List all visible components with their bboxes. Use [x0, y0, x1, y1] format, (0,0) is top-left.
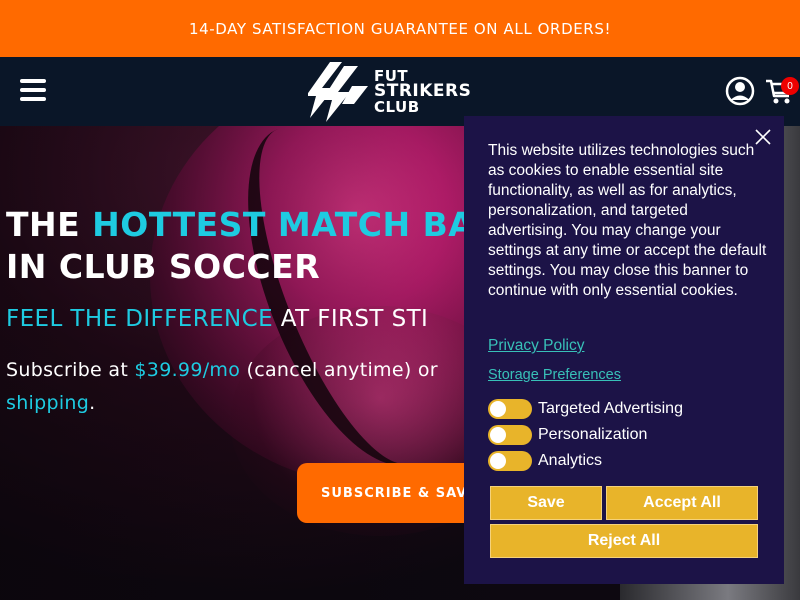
- cart-count-badge: 0: [781, 77, 799, 95]
- logo-line-3: CLUB: [374, 98, 420, 116]
- subhead-rest: AT FIRST STI: [273, 306, 429, 332]
- headline-pre: THE: [6, 205, 93, 244]
- body-price: $39.99/mo: [134, 359, 241, 381]
- cookie-banner: This website utilizes technologies such …: [464, 116, 784, 584]
- hero-subheadline: FEEL THE DIFFERENCE AT FIRST STI: [6, 306, 428, 332]
- body-mid: (cancel anytime) or: [240, 359, 438, 381]
- logo-text: FUT STRIKERS CLUB: [374, 69, 471, 116]
- personalization-toggle[interactable]: [488, 425, 532, 445]
- toggle-row-analytics[interactable]: Analytics: [488, 450, 602, 472]
- logo-mark-icon: [306, 62, 368, 122]
- accept-all-button[interactable]: Accept All: [606, 486, 758, 520]
- reject-all-button[interactable]: Reject All: [490, 524, 758, 558]
- toggle-row-targeted-advertising[interactable]: Targeted Advertising: [488, 398, 683, 420]
- analytics-toggle[interactable]: [488, 451, 532, 471]
- hamburger-menu-icon[interactable]: [20, 79, 46, 101]
- account-icon[interactable]: [724, 75, 756, 107]
- hero-headline: THE HOTTEST MATCH BA IN CLUB SOCCER: [6, 204, 474, 288]
- targeted-advertising-toggle[interactable]: [488, 399, 532, 419]
- hero-body-text: Subscribe at $39.99/mo (cancel anytime) …: [6, 354, 438, 420]
- privacy-policy-link[interactable]: Privacy Policy: [488, 337, 584, 355]
- body-end: .: [89, 392, 96, 414]
- toggle-label: Personalization: [538, 426, 648, 443]
- announcement-bar: 14-DAY SATISFACTION GUARANTEE ON ALL ORD…: [0, 0, 800, 57]
- body-shipping: shipping: [6, 392, 90, 414]
- headline-line-2: IN CLUB SOCCER: [6, 247, 321, 286]
- headline-highlight: HOTTEST MATCH BA: [92, 205, 475, 244]
- save-button[interactable]: Save: [490, 486, 602, 520]
- site-logo[interactable]: FUT STRIKERS CLUB: [306, 60, 498, 124]
- cookie-banner-text: This website utilizes technologies such …: [488, 142, 767, 299]
- storage-preferences-link[interactable]: Storage Preferences: [488, 367, 621, 383]
- toggle-label: Targeted Advertising: [538, 400, 683, 417]
- toggle-row-personalization[interactable]: Personalization: [488, 424, 647, 446]
- body-pre: Subscribe at: [6, 359, 135, 381]
- announcement-text: 14-DAY SATISFACTION GUARANTEE ON ALL ORD…: [188, 19, 612, 38]
- subhead-highlight: FEEL THE DIFFERENCE: [6, 306, 274, 332]
- toggle-label: Analytics: [538, 452, 603, 469]
